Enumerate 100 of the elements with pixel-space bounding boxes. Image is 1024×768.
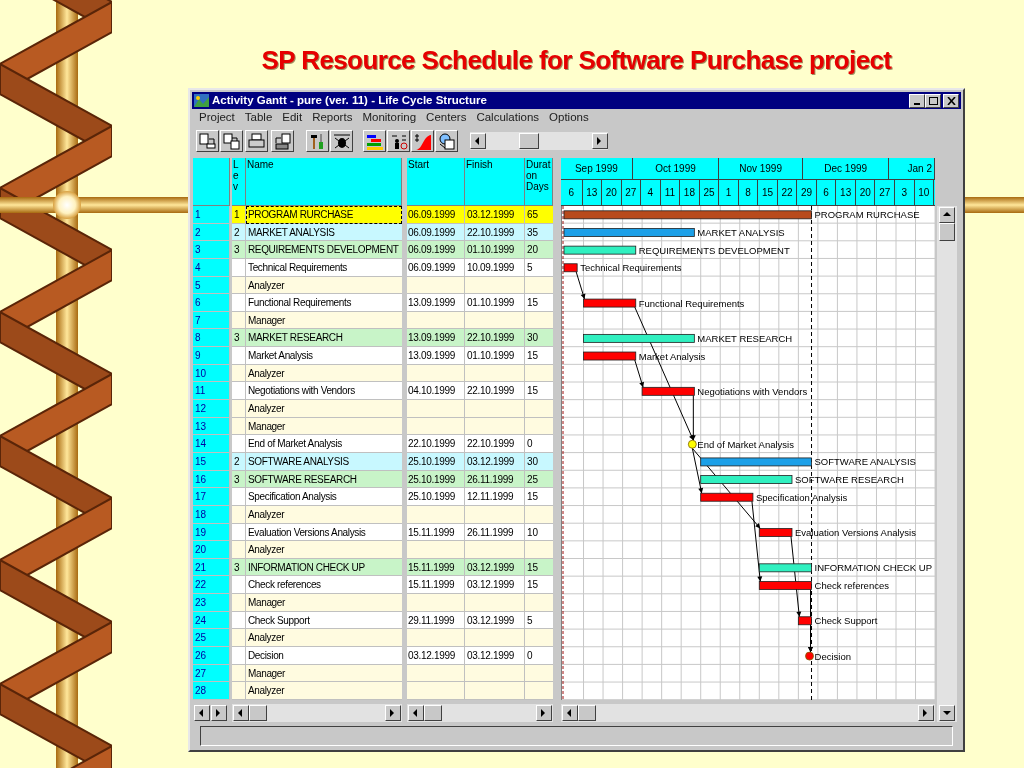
table-cell: 22.10.1999: [465, 435, 525, 453]
toolbar-button[interactable]: [435, 130, 458, 152]
horizontal-scrollbar[interactable]: [232, 703, 402, 722]
menu-item[interactable]: Centers: [421, 109, 472, 127]
table-cell: 22.10.1999: [407, 435, 465, 453]
bar-label: MARKET ANALYSIS: [697, 227, 785, 238]
week-header: 13: [836, 180, 856, 205]
week-header: 3: [895, 180, 915, 205]
month-header: Nov 1999: [719, 158, 803, 180]
row-number: 28: [193, 682, 230, 700]
menu-item[interactable]: Project: [194, 109, 240, 127]
scroll-right-button[interactable]: [592, 133, 608, 149]
toolbar-button[interactable]: [196, 130, 219, 152]
toolbar-button[interactable]: [271, 130, 294, 152]
table-cell: 30: [525, 452, 553, 471]
horizontal-scrollbar[interactable]: [561, 704, 935, 723]
scroll-left-button[interactable]: [470, 133, 486, 149]
close-button[interactable]: [943, 93, 959, 108]
toolbar-button[interactable]: [330, 130, 353, 152]
vertical-scrollbar[interactable]: [937, 206, 957, 723]
bar-label: Technical Requirements: [580, 262, 682, 274]
table-cell: 01.10.1999: [465, 294, 525, 312]
row-number: 14: [193, 435, 230, 453]
app-icon: [194, 94, 209, 107]
menu-item[interactable]: Reports: [307, 109, 358, 127]
scroll-left-button[interactable]: [194, 704, 210, 721]
table-cell: [232, 258, 246, 277]
table-cell: 03.12.1999: [465, 452, 525, 471]
scroll-thumb[interactable]: [519, 133, 539, 149]
table-cell: [232, 647, 246, 665]
bar-label: Specification Analysis: [755, 491, 848, 503]
scroll-thumb[interactable]: [249, 704, 267, 721]
toolbar-button[interactable]: [245, 130, 268, 152]
table-cell: [407, 541, 465, 559]
minimize-icon: [914, 102, 920, 105]
week-header: 25: [699, 180, 720, 205]
table-cell: [232, 594, 246, 612]
menu-item[interactable]: Options: [544, 109, 594, 127]
scroll-right-button[interactable]: [211, 704, 227, 721]
table-cell: [407, 682, 465, 700]
table-cell: 3: [232, 241, 246, 259]
scroll-right-button[interactable]: [536, 704, 552, 721]
menu-item[interactable]: Edit: [277, 109, 308, 127]
scroll-right-button[interactable]: [918, 705, 934, 722]
bar-label: MARKET RESEARCH: [697, 332, 793, 344]
table-cell: 12.11.1999: [465, 488, 525, 506]
table-cell: [407, 400, 465, 418]
name-cell[interactable]: REQUIREMENTS DEVELOPMENT: [246, 241, 402, 259]
table-cell: [407, 505, 465, 524]
toolbar-button[interactable]: [411, 130, 434, 152]
month-header: Oct 1999: [632, 158, 720, 180]
toolbar-button[interactable]: [306, 130, 329, 152]
toolbar-button[interactable]: [220, 130, 243, 152]
header-cell: Durat on Days: [525, 158, 553, 206]
table-cell: 10.09.1999: [465, 258, 525, 277]
month-header: Dec 1999: [802, 158, 890, 180]
header-cell: Name: [246, 158, 402, 206]
minimize-button[interactable]: [909, 93, 925, 108]
table-cell: 15: [525, 294, 553, 312]
bar-label: Negotiations with Vendors: [697, 385, 808, 397]
week-header: 15: [758, 180, 778, 205]
row-number: 1: [193, 206, 230, 224]
close-icon: [946, 96, 956, 105]
header-cell: Finish: [465, 158, 525, 206]
scroll-left-button[interactable]: [408, 704, 424, 721]
table-cell: [465, 541, 525, 559]
table-cell: 25.10.1999: [407, 488, 465, 506]
dependency-arrow: [575, 271, 586, 300]
menu-item[interactable]: Table: [239, 109, 278, 127]
menu-item[interactable]: Calculations: [471, 109, 545, 127]
table-cell: 06.09.1999: [407, 241, 465, 259]
menu-item[interactable]: Monitoring: [357, 109, 422, 127]
horizontal-scrollbar[interactable]: [470, 132, 608, 150]
maximize-button[interactable]: [925, 93, 941, 108]
row-number: 23: [193, 594, 230, 612]
table-cell: 01.10.1999: [465, 347, 525, 365]
week-header: 4: [641, 180, 661, 205]
table-cell: [232, 400, 246, 418]
row-number: 17: [193, 488, 230, 506]
scroll-down-button[interactable]: [939, 705, 955, 722]
scroll-left-button[interactable]: [233, 704, 249, 721]
scroll-left-button[interactable]: [562, 705, 578, 722]
toolbar-button[interactable]: [387, 130, 410, 152]
table-cell: [232, 347, 246, 365]
toolbar-button[interactable]: [363, 130, 386, 152]
scroll-thumb[interactable]: [578, 705, 596, 722]
row-number: 20: [193, 541, 230, 559]
bar-label: Check references: [814, 579, 889, 591]
week-header: 20: [602, 180, 622, 205]
bar-label: End of Market Analysis: [697, 438, 794, 450]
table-cell: [232, 541, 246, 559]
table-cell: 20: [525, 241, 553, 259]
scroll-right-button[interactable]: [385, 704, 401, 721]
scroll-thumb[interactable]: [939, 223, 955, 241]
scroll-up-button[interactable]: [939, 207, 955, 223]
horizontal-scrollbar[interactable]: [407, 703, 553, 722]
maximize-icon: [928, 96, 938, 105]
name-cell[interactable]: SOFTWARE ANALYSIS: [246, 452, 402, 471]
scroll-thumb[interactable]: [424, 704, 442, 721]
name-cell[interactable]: PROGRAM RURCHASE: [246, 206, 402, 224]
